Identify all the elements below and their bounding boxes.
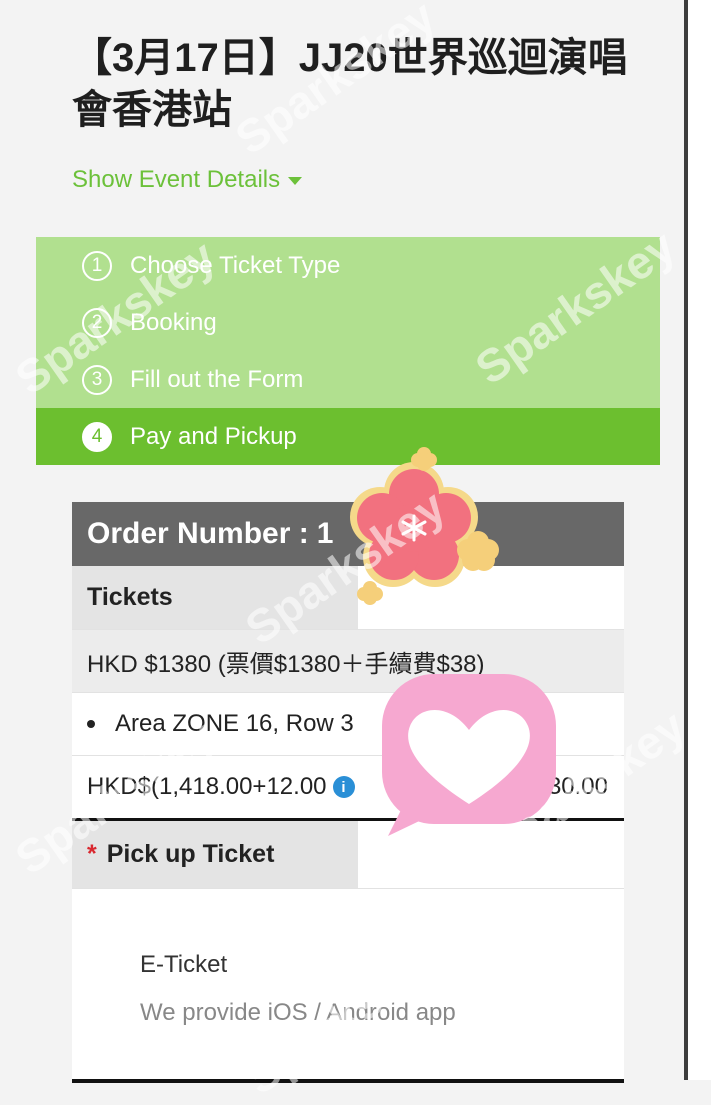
order-number-header: Order Number : 1 <box>72 502 624 566</box>
step-fill-out-form: 3 Fill out the Form <box>36 351 660 408</box>
event-title: 【3月17日】JJ20世界巡迴演唱會香港站 <box>72 36 628 132</box>
pickup-section-label: * Pick up Ticket <box>72 821 358 888</box>
bullet-icon <box>87 720 95 728</box>
step-label: Choose Ticket Type <box>130 251 341 279</box>
caret-down-icon <box>288 176 303 185</box>
order-number-value: 1 <box>316 517 334 550</box>
order-number-label: Order Number : <box>87 517 309 550</box>
total-breakdown: HKD$(1,418.00+12.00 <box>87 773 327 800</box>
step-number: 1 <box>82 250 112 281</box>
tickets-section-row: Tickets <box>72 566 624 630</box>
step-number: 4 <box>82 421 112 452</box>
step-pay-and-pickup: 4 Pay and Pickup <box>36 408 660 465</box>
show-event-details-label: Show Event Details <box>72 166 281 193</box>
progress-steps: 1 Choose Ticket Type 2 Booking 3 Fill ou… <box>36 237 660 465</box>
pickup-section-row: * Pick up Ticket <box>72 821 624 889</box>
pickup-option-card[interactable]: E-Ticket We provide iOS / Android app <box>72 889 624 1083</box>
pickup-label-text: Pick up Ticket <box>106 840 275 868</box>
step-booking: 2 Booking <box>36 294 660 351</box>
show-event-details-link[interactable]: Show Event Details <box>72 166 303 194</box>
info-icon[interactable]: i <box>332 776 355 798</box>
required-marker: * <box>87 840 97 868</box>
ticket-price-line: HKD $1380 (票價$1380＋手續費$38) <box>72 630 624 693</box>
seat-line: Area ZONE 16, Row 3 <box>72 693 624 756</box>
step-choose-ticket-type: 1 Choose Ticket Type <box>36 237 660 294</box>
step-label: Booking <box>130 308 217 336</box>
tickets-section-label: Tickets <box>72 566 358 629</box>
total-amount: 30.00 <box>547 773 608 800</box>
step-number: 3 <box>82 364 112 395</box>
order-panel: Order Number : 1 Tickets HKD $1380 (票價$1… <box>72 502 624 1083</box>
scroll-edge-line <box>684 0 688 1080</box>
step-label: Fill out the Form <box>130 365 304 393</box>
eticket-description: We provide iOS / Android app <box>140 999 456 1026</box>
right-margin <box>685 0 711 1080</box>
total-line: HKD$(1,418.00+12.00 i 30.00 <box>72 756 624 821</box>
step-label: Pay and Pickup <box>130 422 297 450</box>
step-number: 2 <box>82 307 112 338</box>
seat-text: Area ZONE 16, Row 3 <box>115 710 354 737</box>
eticket-option-label: E-Ticket <box>140 951 228 978</box>
